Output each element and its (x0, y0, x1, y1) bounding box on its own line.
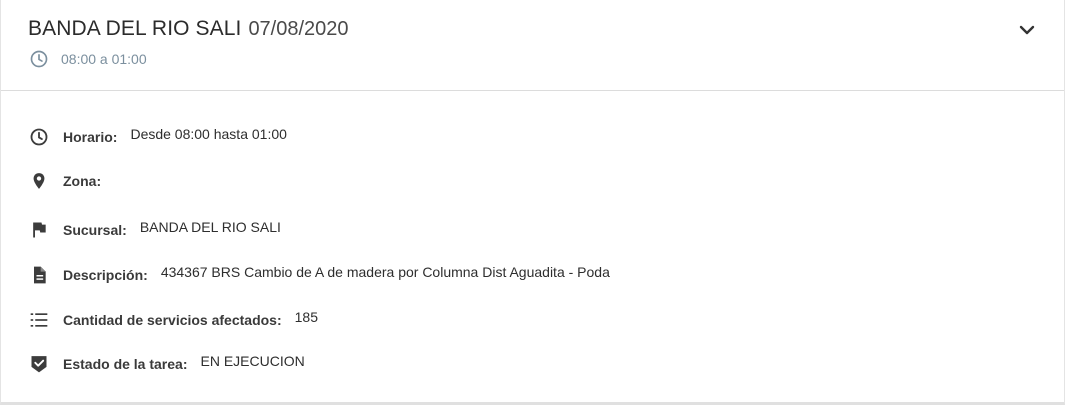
detail-label: Cantidad de servicios afectados: (63, 312, 282, 328)
detail-value: 434367 BRS Cambio de A de madera por Col… (160, 264, 610, 280)
branch-title: BANDA DEL RIO SALI (28, 17, 242, 40)
detail-row-sucursal: Sucursal: BANDA DEL RIO SALI (29, 218, 281, 242)
detail-label: Zona: (63, 173, 102, 189)
detail-label: Estado de la tarea: (63, 356, 188, 372)
numbered-list-icon (29, 310, 49, 330)
flag-icon (29, 220, 49, 240)
document-icon (29, 265, 49, 285)
checked-shield-icon (29, 354, 49, 374)
schedule-summary: 08:00 a 01:00 (29, 49, 147, 69)
schedule-summary-text: 08:00 a 01:00 (61, 51, 147, 67)
card-title: BANDA DEL RIO SALI 07/08/2020 (28, 17, 349, 45)
detail-value: EN EJECUCION (200, 353, 305, 369)
detail-label: Descripción: (63, 267, 148, 283)
expand-button[interactable] (1015, 20, 1039, 44)
detail-label: Sucursal: (63, 222, 127, 238)
card-header[interactable]: BANDA DEL RIO SALI 07/08/2020 08:00 a 01… (1, 0, 1064, 91)
detail-row-horario: Horario: Desde 08:00 hasta 01:00 (29, 125, 287, 149)
detail-row-zona: Zona: (29, 169, 114, 193)
detail-value: Desde 08:00 hasta 01:00 (130, 126, 287, 142)
chevron-down-icon (1015, 18, 1039, 47)
location-pin-icon (29, 171, 49, 191)
detail-row-descripcion: Descripción: 434367 BRS Cambio de A de m… (29, 263, 610, 287)
detail-value: 185 (294, 309, 318, 325)
clock-icon (29, 49, 49, 69)
clock-icon (29, 127, 49, 147)
detail-row-servicios: Cantidad de servicios afectados: 185 (29, 308, 318, 332)
detail-row-estado: Estado de la tarea: EN EJECUCION (29, 352, 305, 376)
task-date: 07/08/2020 (248, 18, 349, 40)
detail-label: Horario: (63, 129, 118, 145)
task-card: BANDA DEL RIO SALI 07/08/2020 08:00 a 01… (0, 0, 1065, 405)
detail-value: BANDA DEL RIO SALI (139, 219, 281, 235)
